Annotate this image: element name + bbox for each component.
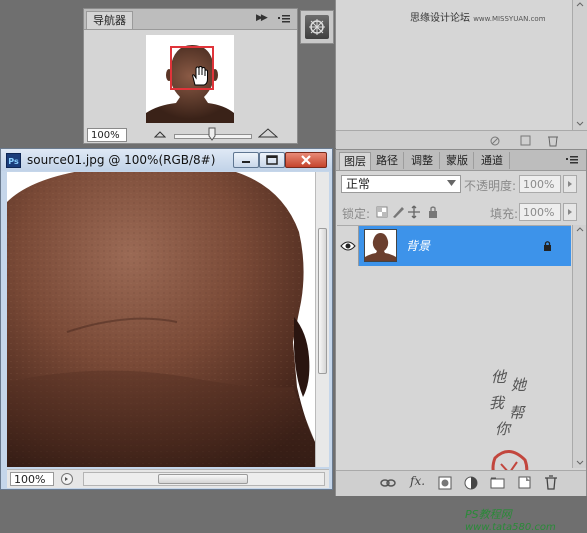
fx-icon[interactable]: fx.: [410, 474, 425, 488]
watermark-bottom-url: www.tata580.com: [465, 522, 556, 533]
lock-transparent-icon: [376, 206, 388, 218]
watermark-bottom-cn: PS教程网: [465, 508, 512, 521]
lock-pixels-icon: [393, 207, 404, 218]
tab-adjustments[interactable]: 调整: [405, 152, 440, 169]
brush-tool-icon[interactable]: [305, 15, 329, 39]
lock-label: 锁定:: [342, 207, 371, 221]
tab-layers[interactable]: 图层: [339, 152, 371, 170]
layers-tabbar: 图层 路径 调整 蒙版 通道: [336, 150, 586, 171]
document-title: source01.jpg @ 100%(RGB/8#): [27, 153, 216, 167]
image-canvas[interactable]: [7, 172, 315, 467]
chevron-down-icon[interactable]: [447, 180, 456, 186]
document-titlebar[interactable]: Ps source01.jpg @ 100%(RGB/8#): [1, 149, 332, 171]
close-button[interactable]: [285, 152, 327, 168]
layers-list: 背景 他 她 我 帮 你 PS教程网 www.tata580.com: [337, 225, 571, 533]
opacity-label: 不透明度:: [464, 179, 517, 193]
lock-options: [376, 204, 442, 220]
trash-icon[interactable]: [544, 475, 558, 490]
zoom-slider-thumb[interactable]: [208, 127, 216, 141]
layer-thumbnail: [364, 229, 397, 262]
tab-channels[interactable]: 通道: [475, 152, 510, 169]
navigator-thumbnail[interactable]: [146, 35, 234, 123]
watermark-top: 思缘设计论坛 www.MISSYUAN.com: [410, 9, 546, 24]
top-panel-scrollbar[interactable]: [572, 0, 587, 130]
adjustment-icon[interactable]: [464, 476, 478, 490]
document-status-bar: 100%: [7, 469, 329, 488]
hand-icon: [190, 66, 208, 86]
link-icon[interactable]: [380, 476, 396, 490]
seal-glyph: 他: [491, 368, 508, 386]
watermark-top-cn: 思缘设计论坛: [410, 13, 470, 24]
collapse-panel-button[interactable]: ▶▶: [256, 13, 268, 23]
zoom-in-icon[interactable]: [258, 128, 278, 138]
blend-mode-select[interactable]: 正常: [341, 175, 461, 193]
watermark-top-site: www.MISSYUAN.com: [473, 15, 546, 23]
tab-navigator[interactable]: 导航器: [86, 11, 133, 29]
panel-menu-icon[interactable]: [564, 153, 580, 166]
seal-glyph: 你: [495, 420, 512, 438]
layer-name[interactable]: 背景: [406, 237, 430, 254]
seal-glyph: 帮: [509, 404, 526, 422]
layers-footer: fx.: [336, 470, 586, 496]
layer-row-background[interactable]: 背景: [337, 226, 571, 266]
document-vertical-scrollbar[interactable]: [315, 172, 329, 467]
lock-icon: [543, 240, 552, 251]
vertical-scroll-thumb[interactable]: [318, 228, 327, 374]
fill-slider-button[interactable]: [563, 203, 577, 221]
panel-menu-icon[interactable]: [276, 12, 292, 25]
document-window: Ps source01.jpg @ 100%(RGB/8#) 100%: [0, 148, 333, 490]
maximize-button[interactable]: [259, 152, 285, 168]
top-panel-footer: [336, 130, 587, 149]
fill-label: 填充:: [490, 207, 519, 221]
status-info-icon[interactable]: [59, 472, 75, 486]
new-layer-icon[interactable]: [518, 476, 532, 490]
navigator-zoom-field[interactable]: 100%: [87, 128, 127, 142]
tool-strip: [300, 10, 334, 44]
eye-icon[interactable]: [337, 226, 359, 266]
lock-all-icon: [429, 206, 437, 218]
mask-icon[interactable]: [438, 476, 452, 490]
watermark-bottom: PS教程网 www.tata580.com: [465, 506, 556, 533]
layers-panel: 图层 路径 调整 蒙版 通道 正常 不透明度: 100% 锁定: 填充: 100…: [335, 149, 587, 533]
tab-masks[interactable]: 蒙版: [441, 152, 474, 169]
document-horizontal-scrollbar[interactable]: [83, 472, 325, 486]
navigator-tabbar: 导航器 ▶▶: [84, 9, 297, 30]
ps-icon: Ps: [6, 153, 21, 168]
lock-position-icon: [408, 205, 420, 219]
seal-glyph: 她: [511, 376, 528, 394]
zoom-out-icon[interactable]: [154, 130, 166, 138]
tab-paths[interactable]: 路径: [371, 152, 404, 169]
horizontal-scroll-thumb[interactable]: [158, 474, 248, 484]
layers-scrollbar[interactable]: [572, 225, 586, 468]
fill-field[interactable]: 100%: [519, 203, 561, 221]
document-zoom-field[interactable]: 100%: [10, 472, 54, 486]
minimize-button[interactable]: [233, 152, 259, 168]
navigator-panel: 导航器 ▶▶ 100%: [83, 8, 298, 144]
folder-icon[interactable]: [490, 476, 506, 490]
opacity-field[interactable]: 100%: [519, 175, 561, 193]
opacity-slider-button[interactable]: [563, 175, 577, 193]
seal-glyph: 我: [489, 394, 506, 412]
